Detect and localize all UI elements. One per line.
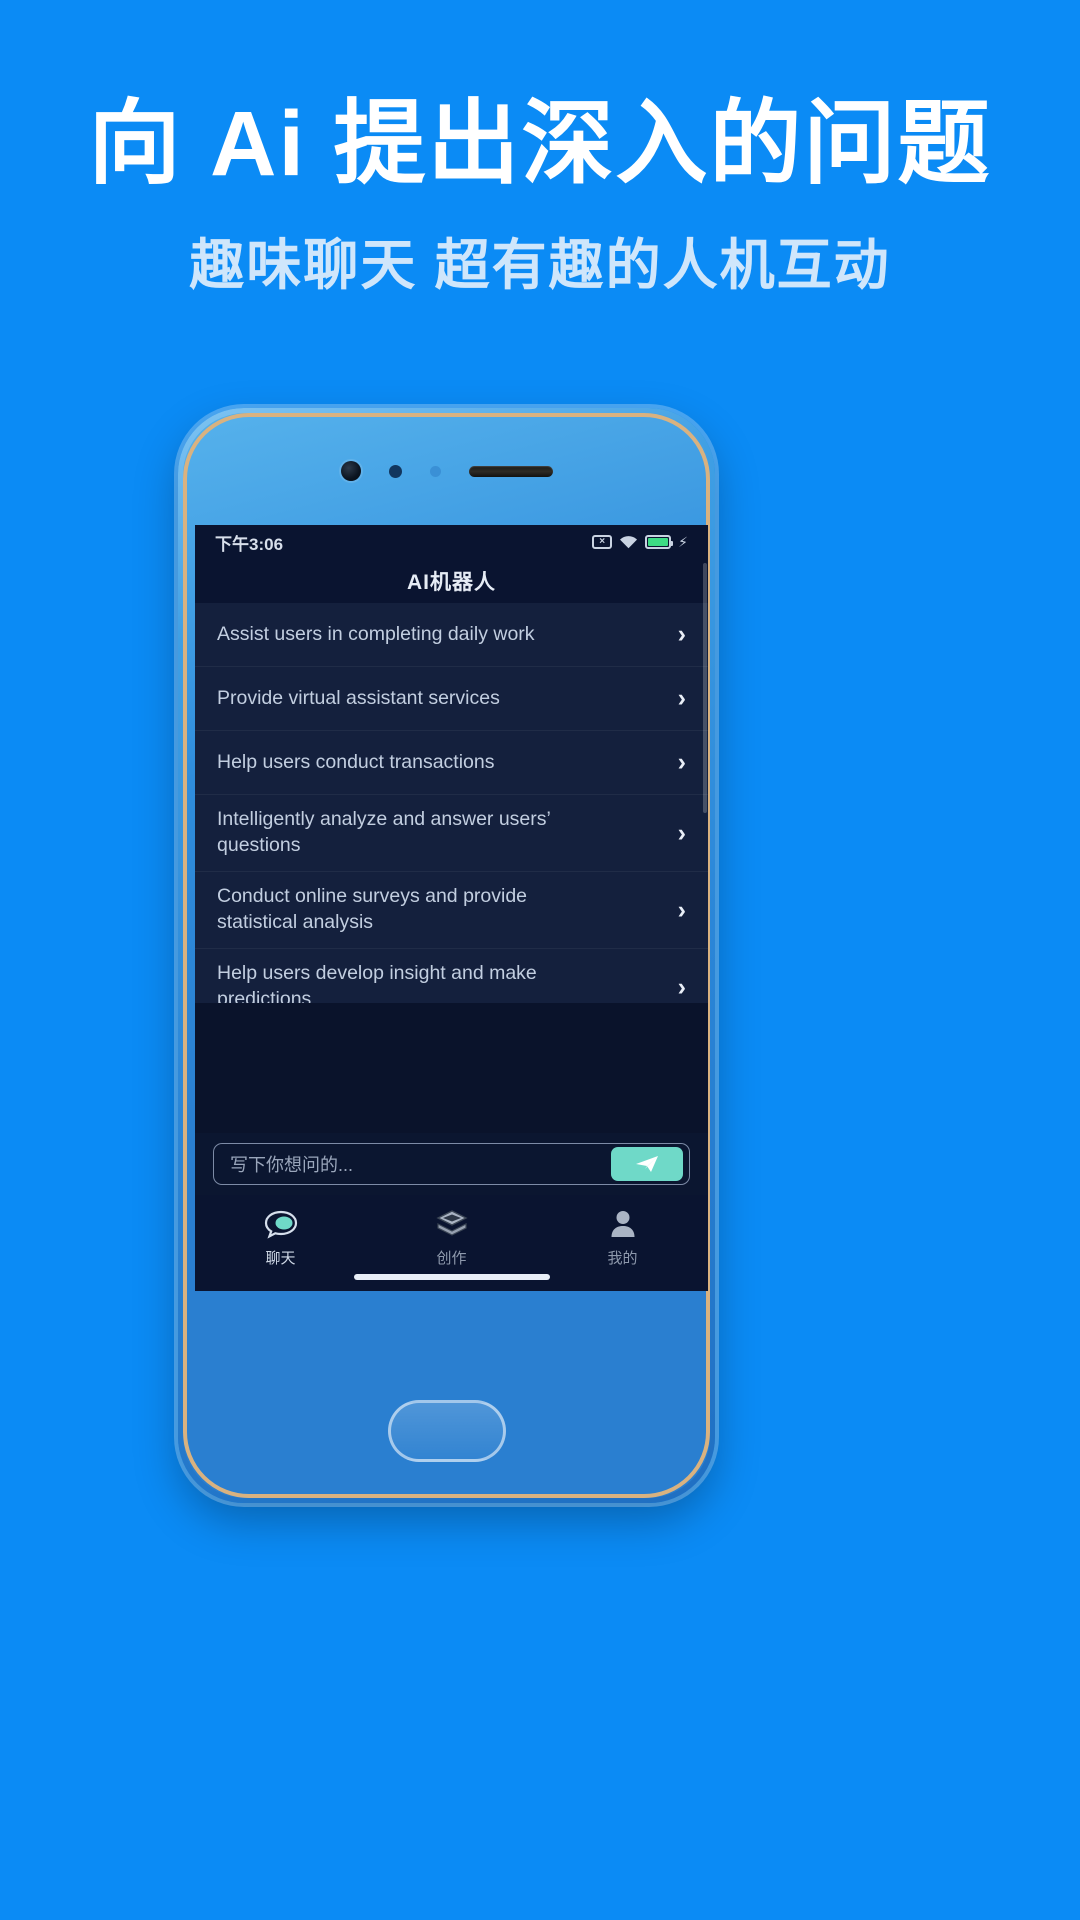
hardware-home-button[interactable] bbox=[387, 1400, 506, 1462]
chevron-right-icon: › bbox=[677, 748, 686, 776]
promo-header: 向 Ai 提出深入的问题 趣味聊天 超有趣的人机互动 bbox=[0, 0, 1080, 300]
list-item-label: Provide virtual assistant services bbox=[217, 686, 500, 709]
status-icons: × ⚡ bbox=[592, 535, 688, 549]
message-input[interactable]: 写下你想问的... bbox=[213, 1143, 690, 1185]
list-item[interactable]: Help users conduct transactions › bbox=[195, 731, 708, 795]
wifi-icon bbox=[619, 535, 638, 549]
phone-mockup: 下午3:06 × ⚡ AI机器人 Assist users in complet… bbox=[178, 408, 715, 1503]
chevron-right-icon: › bbox=[677, 684, 686, 712]
chevron-right-icon: › bbox=[677, 895, 686, 924]
chevron-right-icon: › bbox=[677, 818, 686, 847]
battery-icon bbox=[645, 535, 674, 549]
creation-box-icon bbox=[435, 1207, 468, 1241]
phone-screen: 下午3:06 × ⚡ AI机器人 Assist users in complet… bbox=[195, 525, 708, 1291]
composer-bar: 写下你想问的... bbox=[195, 1133, 708, 1195]
mute-icon: × bbox=[592, 535, 613, 549]
phone-hardware-row bbox=[183, 461, 710, 481]
list-item-label: Help users develop insight and make pred… bbox=[217, 962, 537, 1003]
person-icon bbox=[609, 1207, 637, 1241]
list-item[interactable]: Help users develop insight and make pred… bbox=[195, 949, 708, 1003]
tab-label: 聊天 bbox=[265, 1250, 296, 1267]
scrollbar[interactable] bbox=[703, 563, 707, 813]
list-item[interactable]: Intelligently analyze and answer users’ … bbox=[195, 795, 708, 872]
phone-body: 下午3:06 × ⚡ AI机器人 Assist users in complet… bbox=[183, 413, 710, 1498]
chat-bubble-icon bbox=[264, 1207, 298, 1241]
list-item-label: Help users conduct transactions bbox=[217, 750, 495, 773]
list-item[interactable]: Conduct online surveys and provide stati… bbox=[195, 872, 708, 949]
tab-create[interactable]: 创作 bbox=[366, 1207, 537, 1268]
list-item-label: Conduct online surveys and provide stati… bbox=[217, 885, 528, 933]
tab-mine[interactable]: 我的 bbox=[537, 1207, 708, 1268]
list-item[interactable]: Provide virtual assistant services › bbox=[195, 667, 708, 731]
promo-subtitle: 趣味聊天 超有趣的人机互动 bbox=[189, 233, 891, 296]
chevron-right-icon: › bbox=[677, 972, 686, 1001]
tab-label: 我的 bbox=[607, 1250, 638, 1267]
bottom-tab-bar: 聊天 创作 我的 bbox=[195, 1195, 708, 1291]
tab-label: 创作 bbox=[436, 1250, 467, 1267]
list-item-label: Assist users in completing daily work bbox=[217, 622, 535, 645]
proximity-sensor-icon bbox=[388, 464, 402, 478]
send-paper-plane-icon bbox=[634, 1154, 660, 1174]
promo-title: 向 Ai 提出深入的问题 bbox=[88, 93, 992, 195]
suggestion-list[interactable]: Assist users in completing daily work › … bbox=[195, 603, 708, 1003]
status-bar: 下午3:06 × ⚡ bbox=[195, 525, 708, 559]
list-item[interactable]: Assist users in completing daily work › bbox=[195, 603, 708, 667]
message-input-placeholder: 写下你想问的... bbox=[230, 1155, 354, 1175]
home-indicator bbox=[353, 1274, 550, 1280]
light-sensor-icon bbox=[429, 465, 441, 477]
tab-chat[interactable]: 聊天 bbox=[195, 1207, 366, 1268]
send-button[interactable] bbox=[611, 1147, 683, 1181]
list-item-label: Intelligently analyze and answer users’ … bbox=[217, 808, 551, 856]
earpiece-speaker bbox=[468, 465, 553, 477]
app-title-bar: AI机器人 bbox=[195, 559, 708, 603]
front-camera-icon bbox=[340, 461, 361, 481]
page-title: AI机器人 bbox=[407, 571, 496, 594]
status-time: 下午3:06 bbox=[215, 534, 284, 554]
chevron-right-icon: › bbox=[677, 620, 686, 648]
charging-bolt-icon: ⚡ bbox=[678, 534, 688, 550]
